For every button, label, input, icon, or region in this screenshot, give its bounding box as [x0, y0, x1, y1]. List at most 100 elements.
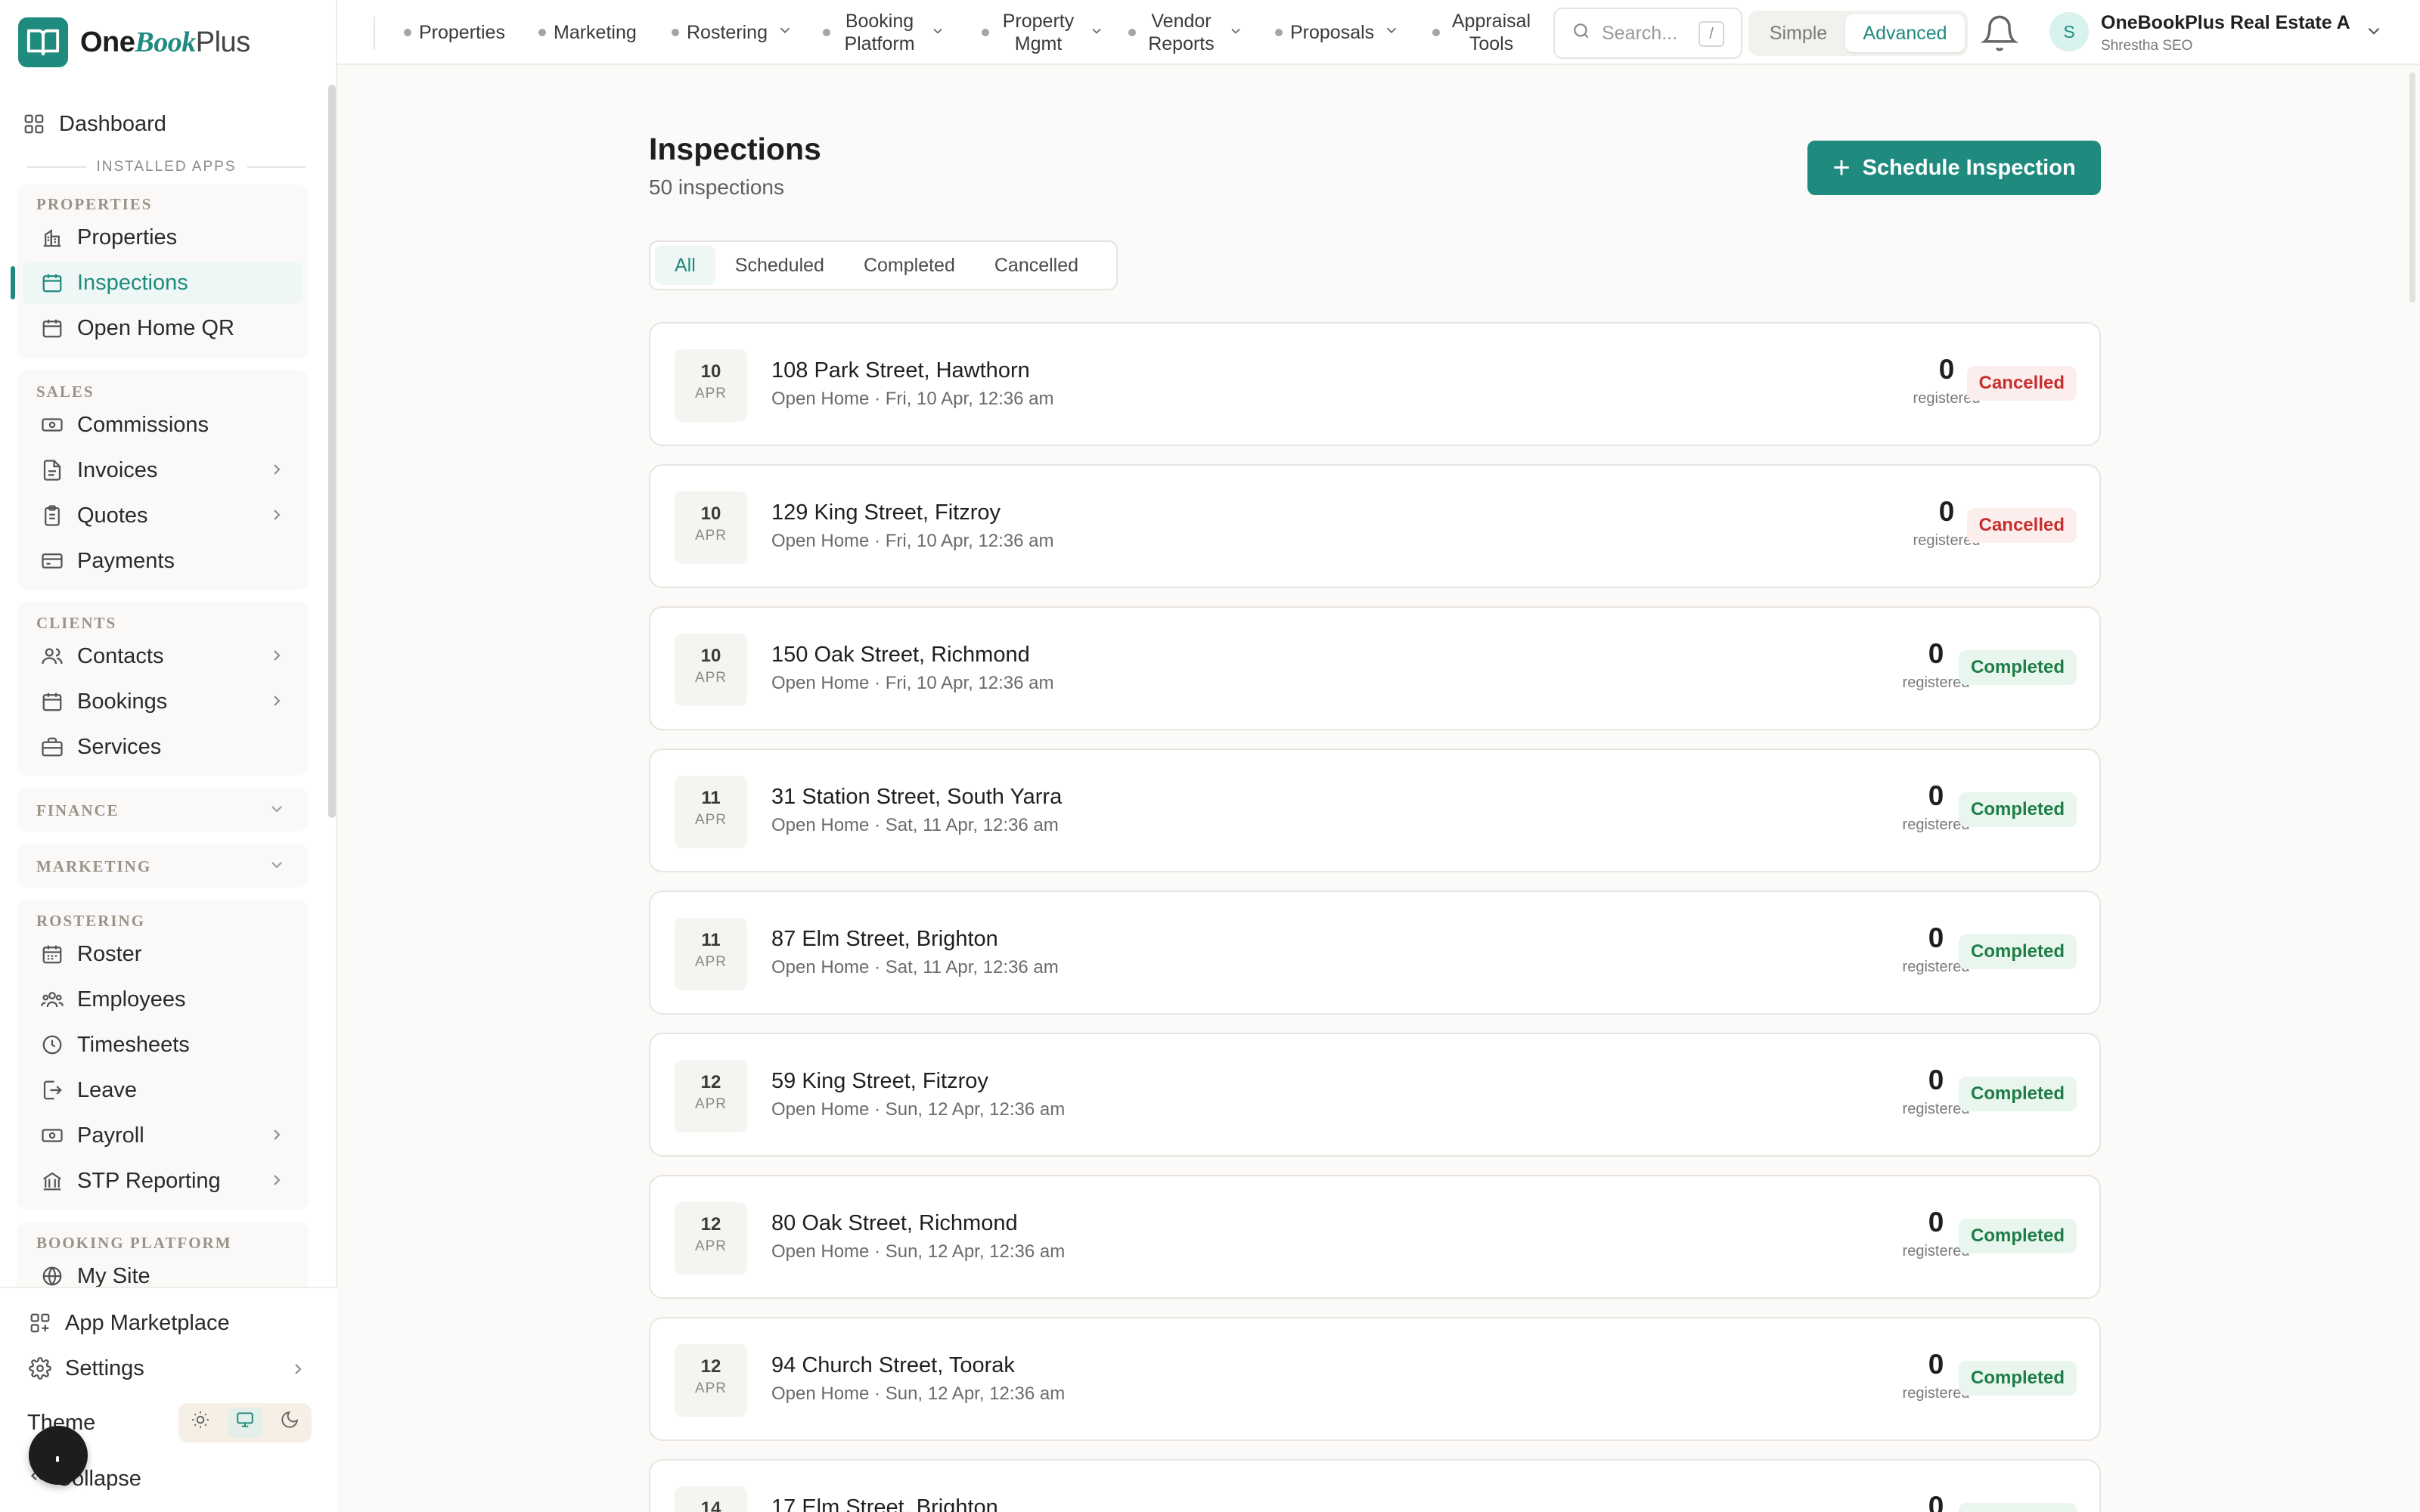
dot-icon [1128, 29, 1136, 36]
clipboard-icon [39, 503, 65, 528]
sidebar-item-employees[interactable]: Employees [23, 978, 302, 1021]
date-badge: 14APR [675, 1486, 747, 1512]
org-name: OneBookPlus Real Estate Agency [2101, 12, 2350, 33]
date-badge: 12 APR [675, 1060, 747, 1132]
sidebar-item-open-home-qr[interactable]: Open Home QR [23, 307, 302, 349]
credit-card-icon [39, 548, 65, 574]
sidebar-item-timesheets[interactable]: Timesheets [23, 1024, 302, 1066]
theme-switcher [178, 1403, 312, 1442]
sidebar-item-inspections[interactable]: Inspections [11, 262, 302, 304]
dot-icon [823, 29, 830, 36]
inspection-card[interactable]: 12 APR 80 Oak Street, Richmond Open Home · … [649, 1175, 2101, 1299]
sidebar: OneBookPlus Dashboard INSTALLED APPS PRO… [0, 0, 337, 1512]
inspection-card[interactable]: 14APR17 Elm Street, BrightonOpen Home · … [649, 1459, 2101, 1512]
banknote-icon [39, 1123, 65, 1148]
brand-logo[interactable]: OneBookPlus [18, 15, 250, 70]
topnav-properties[interactable]: Properties [404, 0, 505, 65]
status-badge: Completed [1958, 792, 2077, 827]
theme-dark-button[interactable] [273, 1408, 306, 1438]
sidebar-item-commissions[interactable]: Commissions [23, 404, 302, 446]
inspection-address: 94 Church Street, Toorak [771, 1353, 1015, 1377]
sidebar-item-settings[interactable]: Settings [27, 1349, 312, 1388]
sidebar-item-app-marketplace[interactable]: App Marketplace [27, 1303, 230, 1343]
inspection-card[interactable]: 10 APR 150 Oak Street, Richmond Open Home ·… [649, 606, 2101, 730]
group-marketing-toggle[interactable]: MARKETING [17, 844, 309, 888]
inspection-card[interactable]: 11 APR 87 Elm Street, Brighton Open Home · … [649, 891, 2101, 1015]
inspection-meta: Open Home · Fri, 10 Apr, 12:36 am [771, 389, 1054, 409]
inspection-address: 31 Station Street, South Yarra [771, 785, 1063, 809]
theme-system-button[interactable] [228, 1408, 262, 1438]
inspection-count: 50 inspections [649, 175, 785, 199]
chevron-right-icon [289, 1359, 307, 1384]
sidebar-item-leave[interactable]: Leave [23, 1069, 302, 1111]
inspection-card[interactable]: 12 APR 59 King Street, Fitzroy Open Home · … [649, 1033, 2101, 1157]
tab-all[interactable]: All [655, 246, 715, 285]
organization-switcher[interactable]: S OneBookPlus Real Estate Agency Shresth… [2049, 11, 2397, 56]
date-day: 11 [701, 788, 721, 808]
group-properties: PROPERTIES Properties Inspections Open H… [11, 184, 309, 358]
topnav-appraisal-tools[interactable]: Appraisal Tools [1432, 0, 1535, 65]
page-scrollbar[interactable] [2409, 73, 2415, 302]
chevron-down-icon [777, 21, 793, 44]
theme-light-button[interactable] [184, 1408, 217, 1438]
sidebar-item-quotes[interactable]: Quotes [23, 494, 302, 537]
sidebar-item-dashboard[interactable]: Dashboard [21, 104, 166, 144]
inspection-address: 17 Elm Street, Brighton [771, 1495, 998, 1512]
sidebar-item-invoices[interactable]: Invoices [23, 449, 302, 491]
users-icon [39, 643, 65, 669]
group-finance-toggle[interactable]: FINANCE [17, 788, 309, 832]
sidebar-item-bookings[interactable]: Bookings [23, 680, 302, 723]
tab-scheduled[interactable]: Scheduled [715, 246, 844, 285]
sidebar-item-properties[interactable]: Properties [23, 216, 302, 259]
inspection-meta: Open Home · Sun, 12 Apr, 12:36 am [771, 1099, 1066, 1120]
schedule-inspection-button[interactable]: + Schedule Inspection [1807, 141, 2101, 195]
status-tabs: All Scheduled Completed Cancelled [649, 240, 1118, 290]
sidebar-item-roster[interactable]: Roster [23, 933, 302, 975]
sidebar-item-payments[interactable]: Payments [23, 540, 302, 582]
sidebar-item-services[interactable]: Services [23, 726, 302, 768]
mode-simple-button[interactable]: Simple [1751, 14, 1845, 52]
monitor-icon [235, 1410, 255, 1436]
page-title: Inspections [649, 132, 821, 166]
chevron-right-icon [268, 646, 286, 671]
sidebar-item-contacts[interactable]: Contacts [23, 635, 302, 677]
inspection-address: 108 Park Street, Hawthorn [771, 358, 1030, 383]
group-heading: BOOKING PLATFORM [36, 1234, 232, 1252]
tab-cancelled[interactable]: Cancelled [975, 246, 1098, 285]
mode-advanced-button[interactable]: Advanced [1845, 14, 1965, 52]
topnav-rostering[interactable]: Rostering [672, 0, 793, 65]
sidebar-item-my-site[interactable]: My Site [23, 1255, 302, 1287]
date-day: 10 [700, 361, 721, 382]
status-badge: Cancelled [1966, 366, 2077, 401]
date-month: APR [694, 954, 728, 970]
assistant-fab-button[interactable] [29, 1426, 88, 1485]
calendar-grid-icon [39, 941, 65, 967]
search-input[interactable]: Search... / [1553, 8, 1742, 59]
topnav-property-mgmt[interactable]: Property Mgmt [982, 0, 1104, 65]
building-icon [39, 225, 65, 250]
topnav-proposals[interactable]: Proposals [1275, 0, 1400, 65]
notifications-bell-icon[interactable] [1980, 14, 2019, 53]
topnav-vendor-reports[interactable]: Vendor Reports [1128, 0, 1243, 65]
inspection-card[interactable]: 11 APR 31 Station Street, South Yarra Open … [649, 748, 2101, 872]
calendar-icon [39, 315, 65, 341]
inspection-meta: Open Home · Sat, 11 Apr, 12:36 am [771, 957, 1059, 978]
inspection-meta: Open Home · Sun, 12 Apr, 12:36 am [771, 1383, 1066, 1404]
topnav-booking-platform[interactable]: Booking Platform [823, 0, 945, 65]
topnav-marketing[interactable]: Marketing [538, 0, 637, 65]
inspection-meta: Open Home · Sun, 12 Apr, 12:36 am [771, 1241, 1066, 1262]
sidebar-item-payroll[interactable]: Payroll [23, 1114, 302, 1157]
tab-completed[interactable]: Completed [844, 246, 975, 285]
moon-icon [280, 1410, 299, 1436]
inspection-card[interactable]: 10 APR 129 King Street, Fitzroy Open Home ·… [649, 464, 2101, 588]
inspection-address: 129 King Street, Fitzroy [771, 500, 1001, 525]
apps-icon [27, 1310, 53, 1336]
inspection-card[interactable]: 12 APR 94 Church Street, Toorak Open Home ·… [649, 1317, 2101, 1441]
date-day: 12 [700, 1214, 721, 1235]
chevron-right-icon [268, 1170, 286, 1195]
inspection-card[interactable]: 10 APR 108 Park Street, Hawthorn Open Home … [649, 322, 2101, 446]
sidebar-item-stp-reporting[interactable]: STP Reporting [23, 1160, 302, 1202]
banknote-icon [39, 412, 65, 438]
dot-icon [1275, 29, 1283, 36]
date-day: 12 [700, 1356, 721, 1377]
